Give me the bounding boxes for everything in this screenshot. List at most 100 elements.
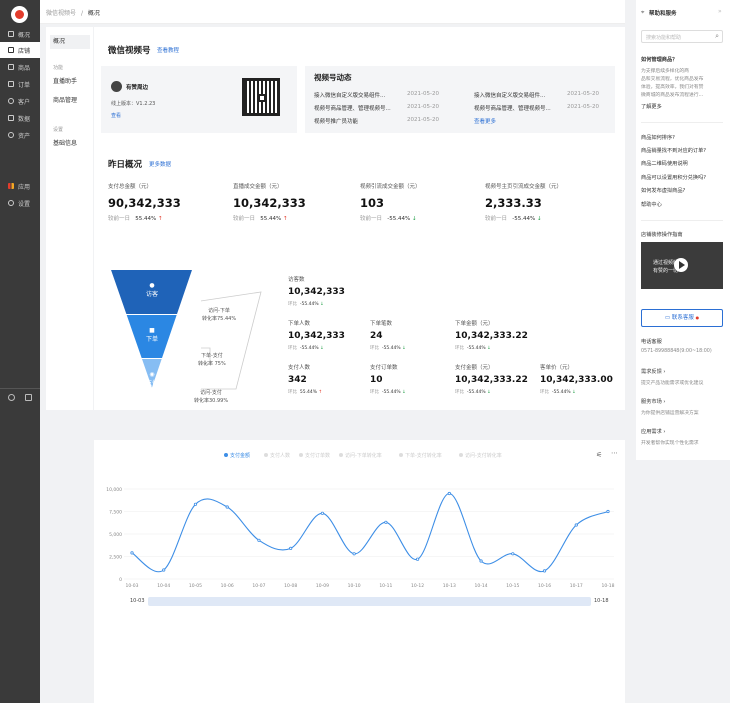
top-bar: 微信视频号 / 概况	[40, 0, 625, 24]
data-point[interactable]	[606, 509, 610, 514]
subnav-group-label: 功能	[53, 65, 64, 71]
dynamics-item[interactable]: 视频号商品管理、管理视频号...	[474, 104, 551, 112]
link-title[interactable]: 应用需求 ›	[641, 428, 666, 435]
tutorial-link[interactable]: 查看教程	[157, 46, 179, 54]
sidebar-item-goods[interactable]: 商品	[0, 59, 40, 75]
user-icon: ●	[149, 282, 155, 289]
stat-label: 访客数	[288, 277, 305, 283]
search-icon[interactable]	[8, 394, 15, 401]
data-point[interactable]	[447, 491, 451, 496]
data-point[interactable]	[193, 502, 198, 506]
data-point[interactable]	[511, 552, 515, 556]
range-slider[interactable]	[148, 597, 591, 606]
data-point[interactable]	[384, 520, 388, 524]
y-tick-label: 7,500	[109, 509, 122, 515]
apps-icon	[8, 183, 14, 189]
x-tick-label: 10-14	[475, 583, 488, 589]
dynamics-more-link[interactable]: 查看更多	[474, 117, 496, 125]
dynamics-item[interactable]: 接入微信自定义版交易组件...	[474, 91, 545, 99]
faq-link[interactable]: 商品如何排序?	[641, 134, 675, 141]
data-point[interactable]	[542, 569, 547, 573]
sidebar-item-data[interactable]: 数据	[0, 110, 40, 126]
data-point[interactable]	[415, 557, 420, 561]
dynamics-date: 2021-05-20	[567, 104, 599, 110]
data-point[interactable]	[352, 552, 356, 556]
sidebar-item-label: 数据	[18, 115, 31, 123]
collapse-icon[interactable]: »	[718, 8, 722, 15]
metric-row: 支付总金额（元） 90,342,333 较前一日 55.44% ↑ 直播成交金额…	[108, 182, 608, 222]
overview-icon	[8, 31, 14, 37]
dynamics-item[interactable]: 视频号推广员功能	[314, 117, 358, 125]
breadcrumb-parent[interactable]: 微信视频号	[46, 10, 76, 17]
x-tick-label: 10-17	[570, 583, 583, 589]
funnel-label-visitors: ● 访客	[146, 282, 159, 298]
sidebar-item-store[interactable]: 店铺	[0, 42, 40, 58]
sidebar-item-asset[interactable]: 资产	[0, 127, 40, 143]
range-end-label: 10-18	[594, 598, 609, 604]
link-title[interactable]: 服务市场 ›	[641, 398, 666, 405]
sidebar-item-overview[interactable]: 概况	[0, 26, 40, 42]
data-point[interactable]	[225, 505, 229, 509]
pay-icon: ◉	[149, 371, 155, 378]
message-icon[interactable]	[25, 394, 32, 401]
sidebar-item-label: 店铺	[18, 47, 31, 55]
arrow-down-icon: ↓	[402, 346, 406, 351]
faq-link[interactable]: 商品销量找不到对应的订单?	[641, 147, 706, 154]
location-icon: ⌖	[641, 9, 645, 16]
search-icon[interactable]: ⌕	[715, 32, 719, 41]
order-icon: ■	[149, 327, 155, 334]
data-point[interactable]	[320, 511, 324, 515]
dynamics-item[interactable]: 接入微信自定义版交易组件...	[314, 91, 385, 99]
y-tick-label: 5,000	[109, 532, 122, 538]
subnav-item-overview[interactable]: 概况	[50, 35, 90, 49]
more-data-link[interactable]: 更多数据	[149, 160, 171, 168]
data-point[interactable]	[289, 546, 293, 551]
contact-service-button[interactable]: ▭ 联系客服 ●	[641, 309, 723, 327]
x-tick-label: 10-05	[189, 583, 202, 589]
subnav-item-live[interactable]: 直播助手	[50, 75, 90, 89]
sidebar-item-settings[interactable]: 设置	[0, 195, 40, 211]
guide-title: 店铺装修操作指南	[641, 232, 683, 238]
dynamics-item[interactable]: 视频号商品管理、管理视频号...	[314, 104, 391, 112]
data-point[interactable]	[130, 551, 134, 555]
stat-block: 支付订单数 10 环比 -55.44% ↓	[370, 365, 406, 395]
arrow-up-icon: ↑	[283, 216, 288, 222]
arrow-down-icon: ↓	[320, 346, 324, 351]
sidebar-item-order[interactable]: 订单	[0, 76, 40, 92]
notification-dot: ●	[695, 315, 700, 320]
help-question[interactable]: 如何管理商品？	[641, 56, 677, 63]
guide-video-thumbnail[interactable]: 通过视频解析 有赞的一切	[641, 242, 723, 289]
link-title[interactable]: 需求反馈 ›	[641, 368, 666, 375]
data-point[interactable]	[162, 568, 166, 572]
play-icon[interactable]	[674, 258, 688, 272]
stat-visitors: 访客数 10,342,333 环比 -55.44% ↓	[288, 275, 345, 307]
x-tick-label: 10-13	[443, 583, 456, 589]
logo-icon[interactable]	[11, 6, 28, 23]
x-tick-label: 10-04	[157, 583, 170, 589]
dynamics-date: 2021-05-20	[567, 91, 599, 97]
faq-link[interactable]: 如何发布虚拟商品?	[641, 187, 685, 194]
data-point[interactable]	[257, 538, 261, 542]
data-icon	[8, 115, 14, 121]
arrow-down-icon: ↓	[487, 346, 491, 351]
metric-change: 55.44%	[135, 216, 157, 222]
metric-value: 90,342,333	[108, 196, 181, 210]
subnav-item-basic-info[interactable]: 基础信息	[50, 137, 90, 151]
faq-link[interactable]: 商品二维码使用说明	[641, 160, 688, 167]
learn-more-link[interactable]: 了解更多	[641, 103, 662, 110]
help-desc: 微商城的商品发布流程进行...	[641, 93, 704, 98]
store-icon	[8, 47, 14, 53]
shop-view-link[interactable]: 查看	[111, 112, 121, 119]
help-search-input[interactable]: 搜索功能和帮助 ⌕	[641, 30, 723, 43]
help-center-link[interactable]: 帮助中心	[641, 201, 662, 208]
data-point[interactable]	[479, 559, 483, 563]
subnav-item-goods[interactable]: 商品管理	[50, 94, 90, 108]
chevron-right-icon: ›	[663, 399, 666, 405]
sidebar-item-apps[interactable]: 应用	[0, 178, 40, 194]
sub-navigation: 概况 功能 直播助手 商品管理 设置 基础信息	[46, 27, 93, 410]
data-point[interactable]	[574, 523, 578, 527]
sidebar-item-customer[interactable]: 客户	[0, 93, 40, 109]
arrow-up-icon: ↑	[318, 390, 323, 395]
faq-link[interactable]: 商品可以设置用积分兑换吗?	[641, 174, 706, 181]
sidebar-item-label: 资产	[18, 132, 31, 140]
